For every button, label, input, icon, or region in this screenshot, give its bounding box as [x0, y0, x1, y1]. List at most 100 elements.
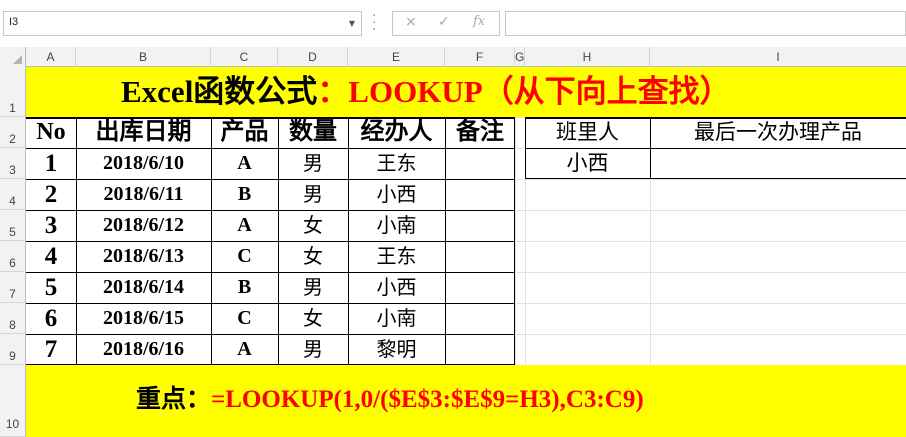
footer-text: 重点：=LOOKUP(1,0/($E$3:$E$9=H3),C3:C9) [136, 385, 644, 415]
row-header-8[interactable]: 8 [0, 303, 26, 334]
cell-handler[interactable]: 小南 [348, 303, 445, 334]
cell-handler[interactable]: 王东 [348, 148, 445, 179]
cell-product[interactable]: A [211, 334, 278, 365]
cell-no[interactable]: 2 [26, 179, 76, 210]
cell-product[interactable]: A [211, 148, 278, 179]
cell-no[interactable]: 4 [26, 241, 76, 272]
cell-qty[interactable]: 男 [278, 148, 348, 179]
lookup-header-result[interactable]: 最后一次办理产品 [650, 117, 906, 148]
cell-date[interactable]: 2018/6/12 [76, 210, 211, 241]
table-border [26, 272, 515, 273]
row-header-1[interactable]: 1 [0, 67, 26, 117]
header-date[interactable]: 出库日期 [76, 117, 211, 148]
lookup-result-cell[interactable] [650, 148, 906, 179]
cancel-icon[interactable]: × [405, 14, 417, 30]
cell-date[interactable]: 2018/6/13 [76, 241, 211, 272]
table-border [445, 117, 446, 365]
cell-no[interactable]: 7 [26, 334, 76, 365]
cell-product[interactable]: C [211, 241, 278, 272]
title-black-part: Excel函数公式 [121, 74, 318, 109]
cell-note[interactable] [445, 272, 515, 303]
cell-qty[interactable]: 男 [278, 179, 348, 210]
row-header-6[interactable]: 6 [0, 241, 26, 272]
cell-handler[interactable]: 黎明 [348, 334, 445, 365]
cell-no[interactable]: 3 [26, 210, 76, 241]
cell-product[interactable]: B [211, 272, 278, 303]
lookup-border [525, 148, 906, 149]
row-header-5[interactable]: 5 [0, 210, 26, 241]
footer-red-part: =LOOKUP(1,0/($E$3:$E$9=H3),C3:C9) [211, 386, 644, 413]
header-handler[interactable]: 经办人 [348, 117, 445, 148]
cell-product[interactable]: B [211, 179, 278, 210]
column-header-h[interactable]: H [525, 47, 650, 67]
table-border [76, 117, 77, 365]
table-border [514, 117, 515, 365]
cell-date[interactable]: 2018/6/11 [76, 179, 211, 210]
header-qty[interactable]: 数量 [278, 117, 348, 148]
lookup-person-cell[interactable]: 小西 [525, 148, 650, 179]
column-header-f[interactable]: F [445, 47, 515, 67]
insert-function-button[interactable]: fx [473, 14, 485, 29]
cell-qty[interactable]: 女 [278, 241, 348, 272]
row-header-7[interactable]: 7 [0, 272, 26, 303]
cell-note[interactable] [445, 210, 515, 241]
table-border [26, 303, 515, 304]
cell-qty[interactable]: 女 [278, 303, 348, 334]
column-header-e[interactable]: E [348, 47, 445, 67]
cell-qty[interactable]: 女 [278, 210, 348, 241]
cell-note[interactable] [445, 334, 515, 365]
formula-buttons: × ✓ fx [392, 11, 500, 36]
footer-black-part: 重点： [136, 386, 212, 413]
lookup-border [525, 117, 906, 119]
cell-date[interactable]: 2018/6/10 [76, 148, 211, 179]
table-border [278, 117, 279, 365]
column-header-g[interactable]: G [515, 47, 525, 67]
header-no[interactable]: No [26, 117, 76, 148]
cell-product[interactable]: A [211, 210, 278, 241]
cell-product[interactable]: C [211, 303, 278, 334]
name-box-dropdown-icon[interactable]: ▼ [349, 19, 355, 28]
cell-date[interactable]: 2018/6/16 [76, 334, 211, 365]
cell-handler[interactable]: 小西 [348, 272, 445, 303]
name-box-value: I3 [9, 16, 19, 28]
cell-handler[interactable]: 小西 [348, 179, 445, 210]
cell-note[interactable] [445, 241, 515, 272]
column-header-i[interactable]: I [650, 47, 906, 67]
enter-icon[interactable]: ✓ [438, 14, 450, 30]
cell-note[interactable] [445, 148, 515, 179]
table-border [26, 241, 515, 242]
table-border [26, 334, 515, 335]
row-header-9[interactable]: 9 [0, 334, 26, 365]
formula-bar-grip-icon[interactable]: · · · [372, 9, 376, 37]
name-box[interactable]: I3 ▼ [3, 11, 362, 36]
cell-handler[interactable]: 小南 [348, 210, 445, 241]
row-header-10[interactable]: 10 [0, 365, 26, 437]
row-header-4[interactable]: 4 [0, 179, 26, 210]
header-product[interactable]: 产品 [211, 117, 278, 148]
cell-no[interactable]: 1 [26, 148, 76, 179]
lookup-border [525, 178, 906, 179]
cell-date[interactable]: 2018/6/14 [76, 272, 211, 303]
cell-handler[interactable]: 王东 [348, 241, 445, 272]
title-text: Excel函数公式：LOOKUP（从下向上查找） [121, 74, 731, 110]
cell-qty[interactable]: 男 [278, 272, 348, 303]
cell-qty[interactable]: 男 [278, 334, 348, 365]
column-header-a[interactable]: A [26, 47, 76, 67]
lookup-border [525, 117, 526, 179]
header-note[interactable]: 备注 [445, 117, 515, 148]
cell-date[interactable]: 2018/6/15 [76, 303, 211, 334]
worksheet-grid[interactable]: Excel函数公式：LOOKUP（从下向上查找） No 出库日期 产品 数量 经… [26, 67, 906, 437]
cell-no[interactable]: 6 [26, 303, 76, 334]
column-header-d[interactable]: D [278, 47, 348, 67]
cell-no[interactable]: 5 [26, 272, 76, 303]
formula-input[interactable] [505, 11, 906, 36]
lookup-header-person[interactable]: 班里人 [525, 117, 650, 148]
column-header-c[interactable]: C [211, 47, 278, 67]
row-header-2[interactable]: 2 [0, 117, 26, 148]
row-header-3[interactable]: 3 [0, 148, 26, 179]
select-all-button[interactable] [0, 47, 26, 67]
column-header-b[interactable]: B [76, 47, 211, 67]
lookup-border [650, 117, 651, 179]
cell-note[interactable] [445, 179, 515, 210]
cell-note[interactable] [445, 303, 515, 334]
